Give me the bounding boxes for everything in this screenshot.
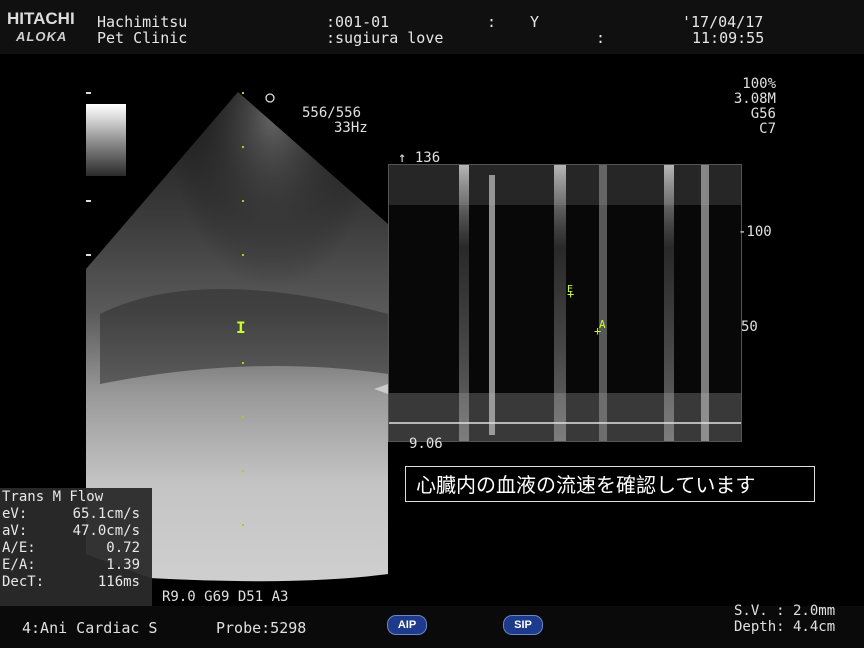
acoustic-power: 100%	[742, 76, 776, 92]
patient-id: :001-01	[326, 13, 390, 31]
velocity-top-label: ↑ 136	[398, 150, 441, 166]
caption-text: 心臓内の血液の流速を確認しています	[405, 466, 815, 502]
measurement-value-dect: 116ms	[97, 574, 140, 590]
exam-preset: 4:Ani Cardiac S	[22, 619, 158, 637]
sample-volume-size: S.V. : 2.0mm	[734, 603, 836, 619]
exam-date: '17/04/17	[682, 13, 764, 31]
measurement-value-ea: 1.39	[106, 557, 140, 573]
depth-value: Depth: 4.4cm	[734, 619, 836, 635]
aloka-logo: ALOKA	[16, 29, 68, 44]
measurement-value-ae: 0.72	[106, 540, 140, 556]
sip-button[interactable]: SIP	[503, 615, 543, 635]
gain-value: G56	[750, 106, 776, 122]
measurement-value-av: 47.0cm/s	[72, 523, 140, 539]
clinic-name-line1: Hachimitsu	[97, 13, 188, 31]
contrast-value: C7	[759, 121, 776, 137]
probe-frequency: 3.08M	[733, 91, 776, 107]
image-settings: R9.0 G69 D51 A3	[162, 589, 289, 605]
measurement-value-ev: 65.1cm/s	[72, 506, 140, 522]
aip-button[interactable]: AIP	[387, 615, 427, 635]
patient-name: :sugiura love	[326, 29, 444, 47]
scan-line	[242, 92, 244, 532]
field-separator: :	[596, 29, 606, 47]
doppler-trace-panel: + +	[388, 164, 742, 442]
e-wave-marker[interactable]: E	[567, 284, 573, 295]
scale-100: -100	[738, 224, 772, 240]
patient-sex: Y	[530, 13, 540, 31]
probe-id: Probe:5298	[216, 619, 307, 637]
field-separator: :	[487, 13, 497, 31]
sample-volume-gate[interactable]: I	[236, 318, 246, 337]
clinic-name-line2: Pet Clinic	[97, 29, 188, 47]
hitachi-logo: HITACHI	[7, 9, 75, 28]
exam-time: 11:09:55	[692, 29, 765, 47]
time-scale-label: 9.06	[409, 436, 443, 452]
a-wave-marker[interactable]: A	[599, 318, 606, 331]
scale-50: 50	[741, 319, 758, 335]
measurement-title: Trans M Flow	[2, 489, 104, 505]
